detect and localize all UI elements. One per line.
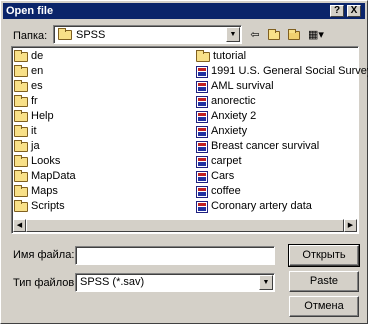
list-item[interactable]: Maps — [14, 184, 76, 199]
chevron-down-icon[interactable]: ▼ — [226, 27, 240, 42]
filename-input[interactable] — [75, 246, 275, 265]
list-item[interactable]: Looks — [14, 154, 76, 169]
list-item[interactable]: Cars — [196, 169, 368, 184]
folder-icon — [14, 169, 28, 182]
close-button[interactable]: X — [347, 5, 361, 17]
folder-icon — [14, 64, 28, 77]
location-label: Папка: — [13, 30, 48, 42]
new-folder-icon[interactable] — [286, 28, 302, 42]
dialog-title: Open file — [6, 5, 54, 17]
folder-icon — [14, 154, 28, 167]
folder-icon — [14, 139, 28, 152]
open-file-dialog: Open file ? X Папка: SPSS ▼ ⇦ ▦▾ de en e… — [0, 0, 368, 324]
spss-file-icon — [196, 185, 208, 198]
folder-column: de en es fr Help it ja Looks MapData Map… — [14, 49, 76, 214]
list-item[interactable]: coffee — [196, 184, 368, 199]
file-column: tutorial 1991 U.S. General Social Survey… — [196, 49, 368, 214]
scroll-right-icon[interactable]: ▶ — [344, 219, 357, 232]
horizontal-scrollbar[interactable]: ◀ ▶ — [13, 219, 357, 232]
folder-icon — [14, 199, 28, 212]
scroll-left-icon[interactable]: ◀ — [13, 219, 26, 232]
list-item[interactable]: Breast cancer survival — [196, 139, 368, 154]
filetype-label: Тип файлов: — [13, 277, 78, 289]
list-item[interactable]: Anxiety — [196, 124, 368, 139]
paste-button[interactable]: Paste — [289, 271, 359, 292]
folder-icon — [14, 94, 28, 107]
chevron-down-icon[interactable]: ▼ — [259, 275, 273, 290]
help-button[interactable]: ? — [330, 5, 344, 17]
file-list[interactable]: de en es fr Help it ja Looks MapData Map… — [11, 46, 368, 234]
filetype-select[interactable]: SPSS (*.sav) ▼ — [75, 273, 275, 292]
cancel-button[interactable]: Отмена — [289, 296, 359, 317]
list-item[interactable]: carpet — [196, 154, 368, 169]
spss-file-icon — [196, 95, 208, 108]
view-menu-icon[interactable]: ▦▾ — [305, 28, 327, 42]
open-button[interactable]: Открыть — [288, 244, 360, 267]
list-item[interactable]: it — [14, 124, 76, 139]
list-item[interactable]: Coronary artery data — [196, 199, 368, 214]
filename-label: Имя файла: — [13, 249, 75, 261]
list-item[interactable]: fr — [14, 94, 76, 109]
folder-icon — [14, 124, 28, 137]
list-item[interactable]: Anxiety 2 — [196, 109, 368, 124]
folder-icon — [14, 79, 28, 92]
folder-icon — [14, 49, 28, 62]
list-item[interactable]: de — [14, 49, 76, 64]
back-arrow-icon[interactable]: ⇦ — [247, 28, 263, 42]
location-value: SPSS — [76, 29, 106, 41]
list-item[interactable]: ja — [14, 139, 76, 154]
folder-icon — [14, 184, 28, 197]
spss-file-icon — [196, 80, 208, 93]
list-item[interactable]: en — [14, 64, 76, 79]
folder-icon — [14, 109, 28, 122]
spss-file-icon — [196, 140, 208, 153]
folder-icon — [58, 28, 72, 40]
up-folder-icon[interactable] — [266, 28, 282, 42]
scrollbar-thumb[interactable] — [26, 219, 344, 232]
spss-file-icon — [196, 155, 208, 168]
folder-icon — [196, 49, 210, 62]
spss-file-icon — [196, 125, 208, 138]
list-item[interactable]: AML survival — [196, 79, 368, 94]
spss-file-icon — [196, 200, 208, 213]
list-item[interactable]: anorectic — [196, 94, 368, 109]
spss-file-icon — [196, 170, 208, 183]
list-item[interactable]: Help — [14, 109, 76, 124]
location-combo[interactable]: SPSS ▼ — [53, 25, 242, 44]
list-item[interactable]: Scripts — [14, 199, 76, 214]
list-item[interactable]: es — [14, 79, 76, 94]
list-item[interactable]: 1991 U.S. General Social Survey — [196, 64, 368, 79]
spss-file-icon — [196, 110, 208, 123]
spss-file-icon — [196, 65, 208, 78]
list-item[interactable]: tutorial — [196, 49, 368, 64]
title-bar: Open file ? X — [3, 3, 365, 19]
list-item[interactable]: MapData — [14, 169, 76, 184]
